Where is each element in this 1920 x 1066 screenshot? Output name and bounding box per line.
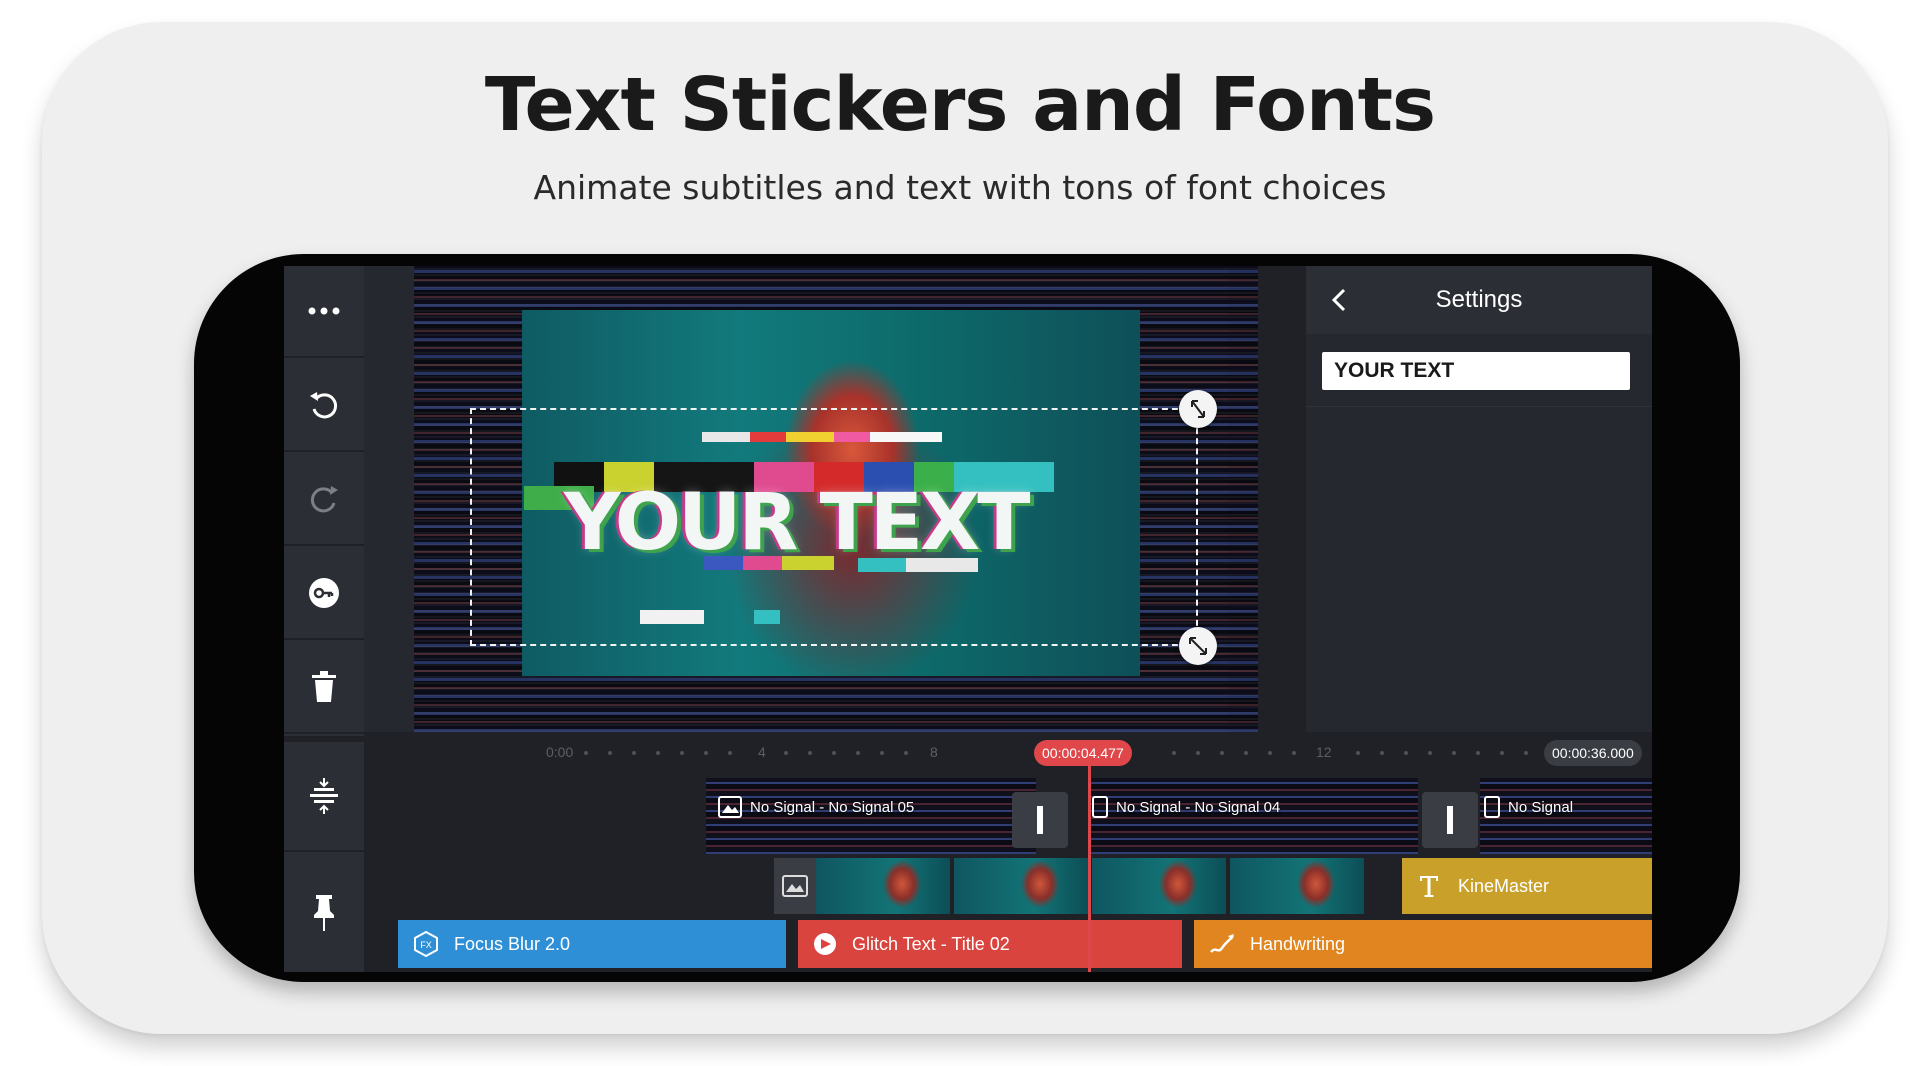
redo-button[interactable] xyxy=(284,454,364,546)
tool-rail xyxy=(284,266,364,972)
clip-label: No Signal - No Signal 05 xyxy=(750,798,915,816)
video-preview[interactable]: YOUR TEXT xyxy=(414,266,1258,732)
image-icon xyxy=(1092,796,1108,818)
delete-button[interactable] xyxy=(284,642,364,734)
trash-icon xyxy=(312,671,336,702)
settings-header: Settings xyxy=(1306,266,1652,334)
effect-layer-label: Handwriting xyxy=(1250,933,1346,954)
pin-button[interactable] xyxy=(284,854,364,972)
settings-panel: Settings YOUR TEXT xyxy=(1306,266,1652,732)
text-icon xyxy=(1420,876,1438,897)
pin-icon xyxy=(314,895,334,931)
timeline[interactable]: 0:00 4 8 12 16 00:00:04.477 00:00:36.000… xyxy=(364,732,1652,972)
app-screen: YOUR TEXT Settings YOUR TEXT 0:00 4 8 12… xyxy=(284,266,1652,972)
keyframe-button[interactable] xyxy=(284,548,364,640)
transition-button[interactable] xyxy=(1422,792,1478,848)
image-layer[interactable] xyxy=(774,858,1394,914)
current-time: 00:00:04.477 xyxy=(1034,740,1132,766)
split-icon xyxy=(310,778,338,814)
more-icon xyxy=(308,307,340,315)
ruler-label: 0:00 xyxy=(546,744,574,760)
image-icon xyxy=(718,796,742,818)
image-icon xyxy=(1484,796,1500,818)
undo-icon xyxy=(310,392,338,419)
more-button[interactable] xyxy=(284,266,364,358)
handwriting-icon xyxy=(1210,934,1234,953)
ruler-label: 4 xyxy=(758,744,766,760)
svg-text:FX: FX xyxy=(420,940,432,950)
ruler-label: 12 xyxy=(1316,744,1332,760)
promo-title: Text Stickers and Fonts xyxy=(484,62,1436,148)
promo-subtitle: Animate subtitles and text with tons of … xyxy=(533,168,1387,207)
effect-layer[interactable]: Handwriting xyxy=(1194,920,1652,968)
effect-layer-label: Focus Blur 2.0 xyxy=(454,933,571,954)
effect-layer-label: Glitch Text - Title 02 xyxy=(852,933,1010,954)
video-clip[interactable]: No Signal xyxy=(1480,778,1652,854)
transition-icon xyxy=(1037,806,1043,834)
split-button[interactable] xyxy=(284,742,364,852)
text-layer-label: KineMaster xyxy=(1458,875,1550,896)
rotate-icon xyxy=(1191,400,1205,418)
effect-icon: FX xyxy=(414,930,438,958)
clip-label: No Signal xyxy=(1508,798,1574,816)
text-input[interactable]: YOUR TEXT xyxy=(1322,352,1630,390)
redo-icon xyxy=(310,486,338,513)
video-clip[interactable]: No Signal - No Signal 05 xyxy=(706,778,1036,854)
clip-label: No Signal - No Signal 04 xyxy=(1116,798,1281,816)
resize-handle[interactable] xyxy=(1179,627,1217,665)
image-icon xyxy=(782,875,808,897)
settings-title: Settings xyxy=(1435,286,1523,313)
time-ruler: 0:00 4 8 12 16 00:00:04.477 00:00:36.000 xyxy=(364,732,1652,772)
effect-layer[interactable]: FX Focus Blur 2.0 xyxy=(398,920,786,968)
selection-box[interactable] xyxy=(470,408,1198,646)
back-icon[interactable] xyxy=(1324,284,1356,316)
effect-layer[interactable]: Glitch Text - Title 02 xyxy=(798,920,1182,968)
transition-button[interactable] xyxy=(1012,792,1068,848)
transition-icon xyxy=(1447,806,1453,834)
total-duration: 00:00:36.000 xyxy=(1544,740,1642,766)
playhead[interactable] xyxy=(1088,766,1091,972)
ruler-label: 8 xyxy=(930,744,938,760)
video-clip[interactable]: No Signal - No Signal 04 xyxy=(1088,778,1418,854)
sticker-icon xyxy=(814,933,836,955)
resize-icon xyxy=(1189,637,1207,655)
undo-button[interactable] xyxy=(284,360,364,452)
keyframe-icon xyxy=(309,578,339,608)
rotate-handle[interactable] xyxy=(1179,390,1217,428)
text-layer[interactable]: KineMaster xyxy=(1402,858,1652,914)
